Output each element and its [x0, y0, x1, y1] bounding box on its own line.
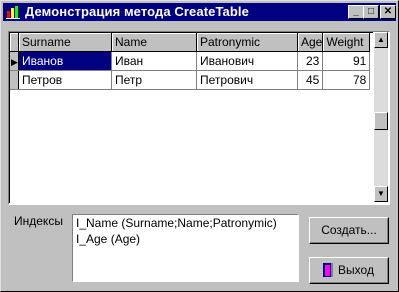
grid-cell[interactable]: Петр — [111, 70, 197, 90]
grid-table: Surname Name Patronymic Age Weight ▶ Ива… — [10, 33, 371, 90]
grid-cell-selected[interactable]: Иванов — [18, 51, 112, 71]
minimize-button[interactable]: _ — [348, 5, 364, 19]
index-line: I_Age (Age) — [76, 232, 141, 246]
maximize-button[interactable]: □ — [363, 5, 379, 19]
title-bar[interactable]: Демонстрация метода CreateTable _ □ ✕ — [3, 3, 396, 21]
row-indicator — [10, 70, 19, 90]
col-header-name[interactable]: Name — [111, 33, 197, 52]
current-row-indicator: ▶ — [10, 51, 19, 71]
grid-cell[interactable]: Иван — [111, 51, 197, 71]
col-header-age[interactable]: Age — [297, 33, 324, 52]
col-header-surname[interactable]: Surname — [18, 33, 112, 52]
vertical-scrollbar[interactable]: ▲ ▼ — [374, 32, 388, 202]
scroll-up-icon[interactable]: ▲ — [374, 32, 388, 48]
create-button-label: Создать... — [321, 223, 377, 237]
data-grid[interactable]: Surname Name Patronymic Age Weight ▶ Ива… — [8, 31, 390, 205]
header-row: Surname Name Patronymic Age Weight — [10, 33, 371, 52]
main-window: Демонстрация метода CreateTable _ □ ✕ Su… — [0, 0, 399, 292]
exit-button[interactable]: Выход — [309, 257, 389, 284]
grid-cell[interactable]: Иванович — [196, 51, 298, 71]
door-exit-icon — [323, 263, 333, 277]
header-indicator — [10, 33, 19, 52]
grid-cell[interactable]: 23 — [297, 51, 324, 71]
indexes-memo[interactable]: I_Name (Surname;Name;Patronymic) I_Age (… — [72, 214, 299, 282]
col-header-weight[interactable]: Weight — [322, 33, 371, 52]
create-button[interactable]: Создать... — [309, 217, 389, 244]
close-button[interactable]: ✕ — [380, 5, 396, 19]
index-line: I_Name (Surname;Name;Patronymic) — [76, 216, 277, 230]
grid-cell[interactable]: 78 — [322, 70, 371, 90]
scroll-down-icon[interactable]: ▼ — [374, 186, 388, 202]
exit-button-label: Выход — [338, 263, 374, 277]
grid-cell[interactable]: 91 — [322, 51, 371, 71]
row-pointer-icon: ▶ — [11, 57, 18, 67]
table-row[interactable]: ▶ Иванов Иван Иванович 23 91 — [10, 51, 371, 71]
window-title: Демонстрация метода CreateTable — [25, 4, 249, 19]
table-row[interactable]: Петров Петр Петрович 45 78 — [10, 70, 371, 90]
grid-body: Surname Name Patronymic Age Weight ▶ Ива… — [9, 32, 373, 203]
grid-cell[interactable]: Петрович — [196, 70, 298, 90]
scroll-thumb[interactable] — [374, 112, 388, 130]
indexes-label: Индексы — [14, 214, 63, 228]
col-header-patronymic[interactable]: Patronymic — [196, 33, 298, 52]
grid-cell[interactable]: Петров — [18, 70, 112, 90]
app-icon — [6, 6, 20, 19]
grid-cell[interactable]: 45 — [297, 70, 324, 90]
